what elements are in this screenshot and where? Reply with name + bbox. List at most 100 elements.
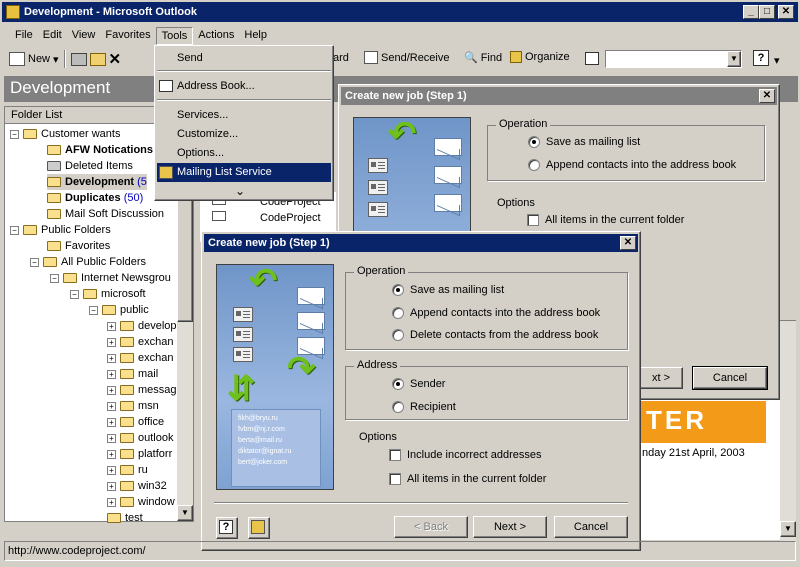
tree-item[interactable]: − public xyxy=(89,302,149,318)
minimize-button[interactable]: _ xyxy=(743,5,759,19)
expand-icon[interactable]: + xyxy=(107,337,116,347)
checkbox[interactable] xyxy=(389,449,401,462)
new-dropdown-icon[interactable]: ▾ xyxy=(53,53,59,66)
expand-icon[interactable]: + xyxy=(107,433,116,443)
menu-favorites[interactable]: Favorites xyxy=(100,27,155,45)
expand-icon[interactable]: + xyxy=(107,481,116,491)
menu-view[interactable]: View xyxy=(67,27,101,45)
radio-button[interactable] xyxy=(392,401,404,414)
menu-item-mailing-list-service[interactable]: Mailing List Service xyxy=(157,163,331,182)
radio-button[interactable] xyxy=(392,329,404,342)
radio-append-contacts[interactable]: Append contacts into the address book xyxy=(392,305,600,321)
radio-button[interactable] xyxy=(392,284,404,297)
delete-icon[interactable]: ✕ xyxy=(109,50,122,68)
expand-icon[interactable]: + xyxy=(107,449,116,459)
tree-item[interactable]: + msn xyxy=(107,398,159,414)
expand-icon[interactable]: + xyxy=(107,401,116,411)
print-icon[interactable] xyxy=(70,52,87,66)
help-button[interactable]: ? xyxy=(216,517,238,539)
radio-delete-contacts[interactable]: Delete contacts from the address book xyxy=(392,327,598,343)
back-button[interactable]: < Back xyxy=(394,516,468,538)
checkbox[interactable] xyxy=(389,473,401,486)
tree-item[interactable]: − Customer wants xyxy=(10,126,120,142)
about-button[interactable] xyxy=(248,517,270,539)
tree-item[interactable]: + exchan xyxy=(107,334,173,350)
help-icon[interactable]: ? xyxy=(753,50,769,66)
cancel-button[interactable]: Cancel xyxy=(554,516,628,538)
radio-recipient[interactable]: Recipient xyxy=(392,399,456,415)
dialog-front-close-button[interactable]: ✕ xyxy=(620,236,636,250)
radio-button[interactable] xyxy=(392,378,404,391)
menu-item-address-book[interactable]: Address Book... xyxy=(159,78,255,94)
tree-item[interactable]: − microsoft xyxy=(70,286,146,302)
expand-icon[interactable]: + xyxy=(107,369,116,379)
checkbox-include-incorrect[interactable]: Include incorrect addresses xyxy=(389,447,542,463)
tree-item[interactable]: Development (5 xyxy=(47,174,147,190)
preview-scrollbar[interactable]: ▼ xyxy=(780,321,796,541)
expand-icon[interactable]: + xyxy=(107,497,116,507)
tree-item[interactable]: Duplicates (50) xyxy=(47,190,143,206)
new-button[interactable]: New xyxy=(28,53,50,65)
menu-edit[interactable]: Edit xyxy=(38,27,67,45)
next-button[interactable]: Next > xyxy=(473,516,547,538)
tree-item[interactable]: + window xyxy=(107,494,175,510)
send-receive-button[interactable]: Send/Receive xyxy=(364,51,450,64)
maximize-button[interactable]: □ xyxy=(759,5,775,19)
find-button[interactable]: 🔍 Find xyxy=(464,51,502,65)
find-contact-combo[interactable]: ▼ xyxy=(605,50,742,68)
organize-button[interactable]: Organize xyxy=(510,51,570,63)
tree-item[interactable]: + develop xyxy=(107,318,177,334)
radio-append-contacts[interactable]: Append contacts into the address book xyxy=(528,157,736,173)
menu-tools[interactable]: Tools xyxy=(155,27,194,45)
forward-button-partial[interactable]: ard xyxy=(333,52,349,64)
tree-item[interactable]: + platforr xyxy=(107,446,172,462)
collapse-icon[interactable]: − xyxy=(70,289,79,299)
message-row[interactable]: CodeProject xyxy=(212,210,321,226)
collapse-icon[interactable]: − xyxy=(30,257,39,267)
tree-item[interactable]: + outlook xyxy=(107,430,173,446)
expand-icon[interactable]: + xyxy=(107,465,116,475)
tree-item[interactable]: Favorites xyxy=(47,238,110,254)
radio-save-mailing-list[interactable]: Save as mailing list xyxy=(528,134,640,150)
collapse-icon[interactable]: − xyxy=(89,305,98,315)
collapse-icon[interactable]: − xyxy=(50,273,59,283)
checkbox-all-items[interactable]: All items in the current folder xyxy=(527,212,684,228)
radio-button[interactable] xyxy=(528,159,540,172)
tree-item[interactable]: − All Public Folders xyxy=(30,254,146,270)
expand-icon[interactable]: + xyxy=(107,353,116,363)
dialog-back-next-button[interactable]: xt > xyxy=(639,367,683,389)
scroll-down-arrow[interactable]: ▼ xyxy=(177,505,193,521)
radio-sender[interactable]: Sender xyxy=(392,376,445,392)
menu-file[interactable]: File xyxy=(10,27,38,45)
radio-button[interactable] xyxy=(528,136,540,149)
menu-item-services[interactable]: Services... xyxy=(177,107,228,123)
expand-icon[interactable]: + xyxy=(107,321,116,331)
tree-item[interactable]: + ru xyxy=(107,462,148,478)
address-book-icon[interactable] xyxy=(585,52,599,65)
expand-icon[interactable]: + xyxy=(107,385,116,395)
tree-item[interactable]: AFW Notications xyxy=(47,142,153,158)
radio-button[interactable] xyxy=(392,307,404,320)
scroll-down-arrow[interactable]: ▼ xyxy=(780,521,796,537)
tree-item[interactable]: test xyxy=(107,510,143,526)
expand-icon[interactable]: + xyxy=(107,417,116,427)
dialog-back-close-button[interactable]: ✕ xyxy=(759,89,775,103)
menu-help[interactable]: Help xyxy=(239,27,272,45)
menu-item-send[interactable]: Send xyxy=(177,50,203,66)
tree-item[interactable]: + win32 xyxy=(107,478,167,494)
menu-item-customize[interactable]: Customize... xyxy=(177,126,238,142)
tree-item[interactable]: + exchan xyxy=(107,350,173,366)
move-to-folder-icon[interactable] xyxy=(89,52,106,66)
menu-actions[interactable]: Actions xyxy=(193,27,239,45)
help-dropdown-icon[interactable]: ▾ xyxy=(774,54,780,67)
tree-item[interactable]: + office xyxy=(107,414,164,430)
dialog-back-cancel-button[interactable]: Cancel xyxy=(692,366,768,390)
collapse-icon[interactable]: − xyxy=(10,225,19,235)
radio-save-mailing-list[interactable]: Save as mailing list xyxy=(392,282,504,298)
tree-item[interactable]: + mail xyxy=(107,366,158,382)
menu-expand-chevron-icon[interactable]: ⌄ xyxy=(235,184,245,198)
combo-dropdown-arrow[interactable]: ▼ xyxy=(727,51,741,67)
tree-item[interactable]: − Public Folders xyxy=(10,222,111,238)
checkbox[interactable] xyxy=(527,214,539,227)
tree-item[interactable]: + messag xyxy=(107,382,177,398)
